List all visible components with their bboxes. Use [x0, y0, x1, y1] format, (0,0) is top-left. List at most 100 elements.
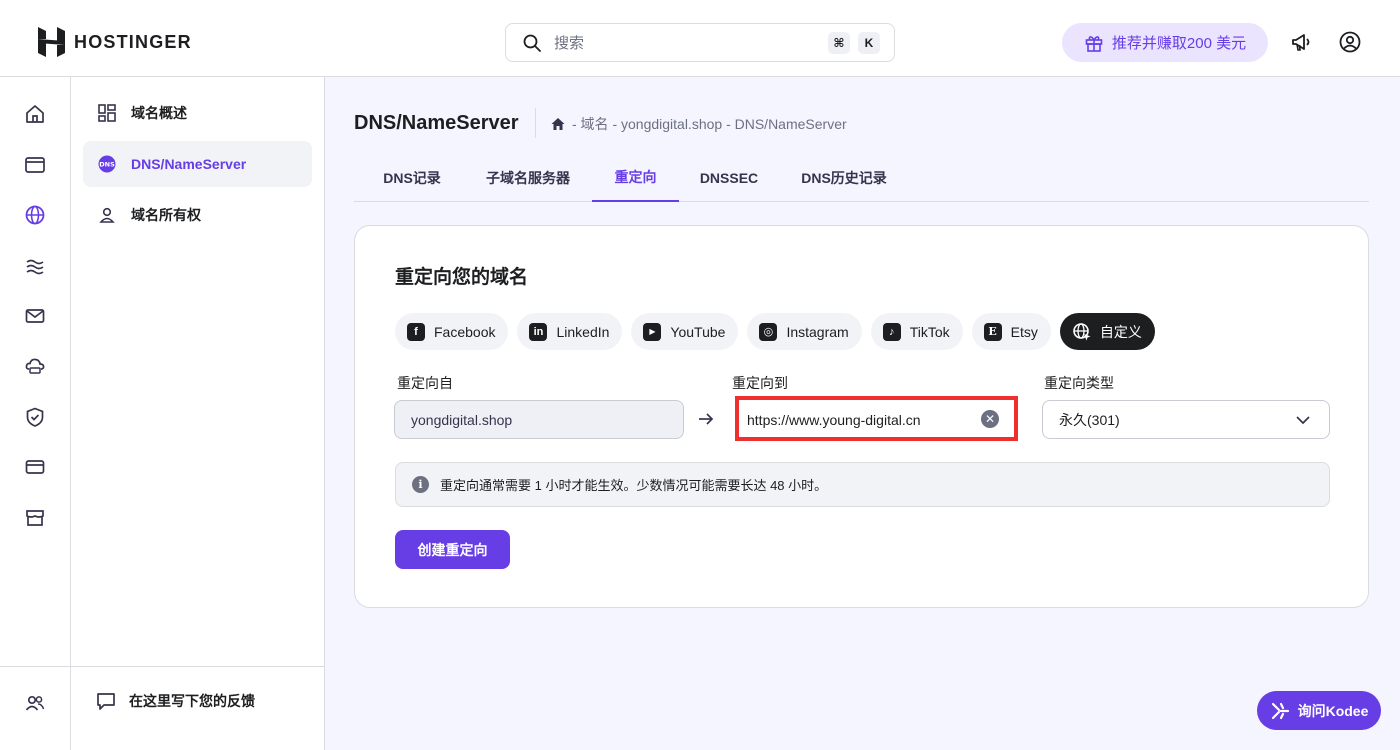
store-icon: [26, 510, 44, 526]
preset-instagram[interactable]: ◎ Instagram: [747, 313, 862, 350]
redirect-heading: 重定向您的域名: [395, 267, 529, 288]
sidebar-item-overview[interactable]: 域名概述: [83, 90, 312, 136]
globe-icon: [25, 205, 45, 225]
brand-logo[interactable]: HOSTINGER: [38, 27, 192, 57]
dashboard-icon: [97, 103, 117, 123]
breadcrumb: - 域名 - yongdigital.shop - DNS/NameServer: [550, 114, 847, 134]
svg-text:DNS: DNS: [99, 161, 115, 169]
page-title: DNS/NameServer: [354, 112, 519, 134]
rail-store[interactable]: [23, 506, 47, 530]
rail-team[interactable]: [23, 691, 47, 715]
megaphone-icon[interactable]: [1290, 30, 1314, 54]
facebook-icon: f: [407, 322, 425, 341]
tiktok-icon: ♪: [882, 322, 901, 341]
redirect-presets: f Facebook in LinkedIn ▶ YouTube ◎ Insta…: [395, 313, 1155, 350]
cloud-icon: [25, 358, 45, 374]
home-icon: [26, 105, 44, 123]
breadcrumb-path[interactable]: - 域名 - yongdigital.shop - DNS/NameServer: [572, 114, 847, 134]
preset-facebook[interactable]: f Facebook: [395, 313, 509, 350]
search-icon: [523, 34, 541, 52]
preset-tiktok[interactable]: ♪ TikTok: [870, 313, 963, 350]
hostinger-logo-icon: [38, 27, 65, 57]
preset-etsy[interactable]: E Etsy: [971, 313, 1051, 350]
browser-icon: [25, 157, 45, 173]
shortcut-key-k: K: [858, 31, 880, 54]
arrow-right-icon: [699, 413, 714, 425]
globe-cursor-icon: [1073, 322, 1091, 340]
sidebar-item-label: 域名所有权: [131, 207, 201, 223]
redirect-type-value: 永久(301): [1059, 411, 1120, 428]
chat-bubble-icon: [97, 693, 115, 710]
redirect-from-label: 重定向自: [397, 375, 453, 391]
annotation-highlight-box: [735, 396, 1018, 441]
home-breadcrumb-icon[interactable]: [550, 116, 566, 132]
rail-websites[interactable]: [23, 153, 47, 177]
search-placeholder: 搜索: [554, 35, 585, 52]
title-divider: [535, 108, 536, 138]
rail-hosting[interactable]: [23, 254, 47, 278]
rail-vps[interactable]: [23, 354, 47, 378]
gift-icon: [1085, 35, 1103, 52]
rail-home[interactable]: [23, 102, 47, 126]
rail-domains[interactable]: [23, 203, 47, 227]
redirect-card: 重定向您的域名 f Facebook in LinkedIn ▶ YouTube…: [354, 225, 1369, 608]
ask-kodee-button[interactable]: 询问Kodee: [1257, 691, 1381, 730]
referral-label: 推荐并赚取200 美元: [1111, 35, 1247, 52]
propagation-notice: i 重定向通常需要 1 小时才能生效。少数情况可能需要长达 48 小时。: [395, 462, 1330, 507]
create-redirect-button[interactable]: 创建重定向: [395, 530, 510, 569]
kodee-sparkle-icon: [1271, 702, 1289, 719]
youtube-icon: ▶: [643, 322, 662, 341]
sidebar-item-label: DNS/NameServer: [131, 156, 247, 172]
icon-rail: [0, 77, 71, 750]
linkedin-icon: in: [529, 322, 548, 341]
top-bar: HOSTINGER 搜索 ⌘ K 推荐并赚取200 美元: [0, 0, 1400, 77]
dns-icon: DNS: [97, 154, 117, 174]
preset-custom[interactable]: 自定义: [1059, 313, 1155, 350]
sidebar-item-ownership[interactable]: 域名所有权: [83, 192, 312, 238]
preset-label: LinkedIn: [556, 323, 610, 340]
preset-label: Facebook: [434, 323, 496, 340]
tab-dns-history[interactable]: DNS历史记录: [786, 153, 902, 202]
users-icon: [25, 695, 45, 711]
notice-text: 重定向通常需要 1 小时才能生效。少数情况可能需要长达 48 小时。: [440, 478, 828, 493]
domain-sidebar: 域名概述 DNS DNS/NameServer 域名所有权 在这里写下您的反馈: [71, 77, 325, 750]
preset-label: Etsy: [1010, 323, 1038, 340]
sidebar-item-label: 域名概述: [131, 105, 187, 121]
instagram-icon: ◎: [759, 322, 778, 341]
shortcut-key-cmd: ⌘: [828, 31, 850, 54]
sidebar-divider: [71, 666, 325, 667]
redirect-from-value: yongdigital.shop: [411, 411, 513, 428]
user-icon: [97, 205, 117, 225]
sidebar-item-dns[interactable]: DNS DNS/NameServer: [83, 141, 312, 187]
preset-label: TikTok: [909, 323, 950, 340]
preset-youtube[interactable]: ▶ YouTube: [631, 313, 739, 350]
billing-icon: [25, 460, 45, 474]
tab-redirect[interactable]: 重定向: [592, 153, 679, 202]
tab-dns-records[interactable]: DNS记录: [369, 153, 455, 202]
account-icon[interactable]: [1338, 30, 1362, 54]
tab-dnssec[interactable]: DNSSEC: [689, 153, 769, 202]
rail-divider: [0, 666, 71, 667]
search-input[interactable]: 搜索 ⌘ K: [505, 23, 895, 62]
preset-label: Instagram: [786, 323, 849, 340]
redirect-type-select[interactable]: 永久(301): [1042, 400, 1330, 439]
preset-label: YouTube: [670, 323, 726, 340]
rail-billing[interactable]: [23, 455, 47, 479]
brand-name: HOSTINGER: [74, 31, 192, 52]
info-icon: i: [412, 476, 429, 493]
referral-button[interactable]: 推荐并赚取200 美元: [1062, 23, 1268, 62]
feedback-link[interactable]: 在这里写下您的反馈: [95, 690, 255, 712]
redirect-type-label: 重定向类型: [1044, 375, 1114, 391]
hosting-icon: [26, 259, 44, 275]
rail-email[interactable]: [23, 304, 47, 328]
preset-linkedin[interactable]: in LinkedIn: [517, 313, 623, 350]
redirect-to-label: 重定向到: [732, 375, 788, 391]
tab-child-nameservers[interactable]: 子域名服务器: [474, 153, 582, 202]
shield-icon: [26, 407, 44, 427]
dns-tabs: DNS记录 子域名服务器 重定向 DNSSEC DNS历史记录: [354, 153, 1369, 202]
etsy-icon: E: [983, 322, 1002, 341]
chevron-down-icon: [1296, 416, 1310, 425]
rail-security[interactable]: [23, 405, 47, 429]
feedback-label: 在这里写下您的反馈: [129, 693, 255, 709]
redirect-from-field: yongdigital.shop: [394, 400, 684, 439]
